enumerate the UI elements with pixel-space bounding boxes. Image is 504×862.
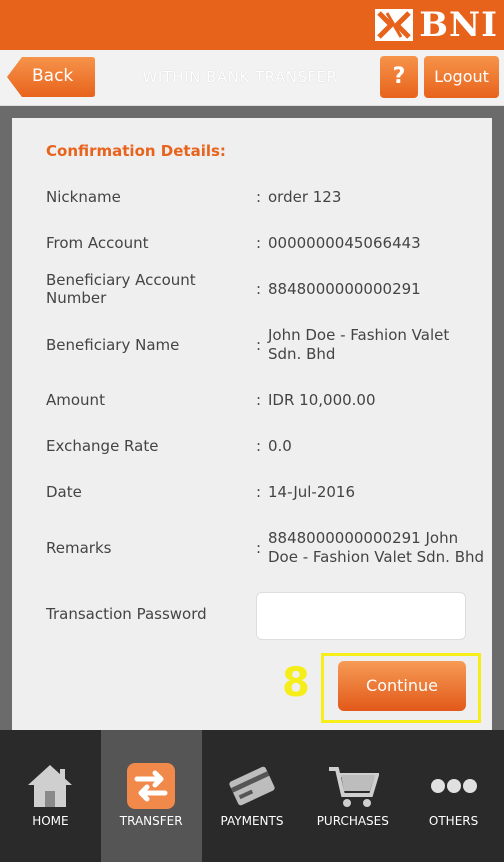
nav-label: PAYMENTS [220, 814, 284, 828]
nav-item-home[interactable]: HOME [0, 730, 101, 862]
row-label: Date [46, 483, 82, 501]
bni-logo: BNI [375, 5, 498, 45]
help-button[interactable]: ? [380, 56, 418, 98]
back-label: Back [32, 66, 74, 86]
row-colon: : [256, 539, 262, 557]
row-label: From Account [46, 234, 149, 252]
transfer-icon [101, 758, 202, 814]
nav-bar: Back WITHIN BANK TRANSFER ? Logout [0, 50, 504, 106]
row-label: Exchange Rate [46, 437, 159, 455]
page-title: WITHIN BANK TRANSFER [142, 68, 338, 86]
brand-name: BNI [419, 5, 498, 45]
detail-row-exchange-rate: Exchange Rate : 0.0 [46, 435, 486, 457]
row-colon: : [256, 188, 262, 206]
row-value: 8848000000000291 [268, 279, 421, 298]
row-label: Remarks [46, 539, 112, 557]
row-value: order 123 [268, 187, 342, 206]
more-icon [403, 758, 504, 814]
section-title: Confirmation Details: [46, 142, 226, 160]
detail-row-amount: Amount : IDR 10,000.00 [46, 389, 486, 411]
row-colon: : [256, 234, 262, 252]
row-colon: : [256, 437, 262, 455]
row-label: Nickname [46, 188, 121, 206]
row-label: Amount [46, 391, 105, 409]
nav-label: PURCHASES [316, 814, 389, 828]
home-icon [0, 758, 101, 814]
row-colon: : [256, 280, 262, 298]
row-value: 0.0 [268, 436, 292, 455]
row-colon: : [256, 391, 262, 409]
back-button[interactable]: Back [6, 56, 96, 98]
top-bar: BNI [0, 0, 504, 50]
detail-row-date: Date : 14-Jul-2016 [46, 481, 486, 503]
detail-row-from-account: From Account : 0000000045066443 [46, 232, 486, 254]
nav-label: OTHERS [428, 814, 479, 828]
row-label: Beneficiary Name [46, 336, 180, 354]
row-value: IDR 10,000.00 [268, 390, 376, 409]
row-colon: : [256, 336, 262, 354]
detail-row-nickname: Nickname : order 123 [46, 186, 486, 208]
nav-item-payments[interactable]: PAYMENTS [202, 730, 303, 862]
payments-icon [202, 758, 303, 814]
row-value: John Doe - Fashion Valet Sdn. Bhd [268, 326, 450, 363]
detail-row-beneficiary-name: Beneficiary Name : John Doe - Fashion Va… [46, 324, 486, 366]
row-value: 8848000000000291 John Doe - Fashion Vale… [268, 529, 485, 566]
step-number: 8 [282, 660, 310, 706]
row-value: 0000000045066443 [268, 233, 421, 252]
nav-item-purchases[interactable]: PURCHASES [302, 730, 403, 862]
continue-button[interactable]: Continue [338, 661, 466, 711]
cart-icon [302, 758, 403, 814]
detail-row-remarks: Remarks : 8848000000000291 John Doe - Fa… [46, 527, 486, 569]
nav-label: TRANSFER [119, 814, 183, 828]
logout-button[interactable]: Logout [424, 56, 499, 98]
row-label: Beneficiary Account Number [46, 271, 196, 307]
detail-row-beneficiary-account: Beneficiary Account Number : 88480000000… [46, 271, 486, 307]
bottom-navigation: HOME TRANSFER PAYMENTS PURCHASES OTHERS [0, 730, 504, 862]
row-colon: : [256, 483, 262, 501]
nav-label: HOME [32, 814, 69, 828]
transaction-password-label: Transaction Password [46, 605, 207, 623]
nav-item-transfer[interactable]: TRANSFER [100, 730, 202, 862]
transaction-password-input[interactable] [256, 592, 466, 640]
nav-item-others[interactable]: OTHERS [403, 730, 504, 862]
row-value: 14-Jul-2016 [268, 482, 356, 501]
